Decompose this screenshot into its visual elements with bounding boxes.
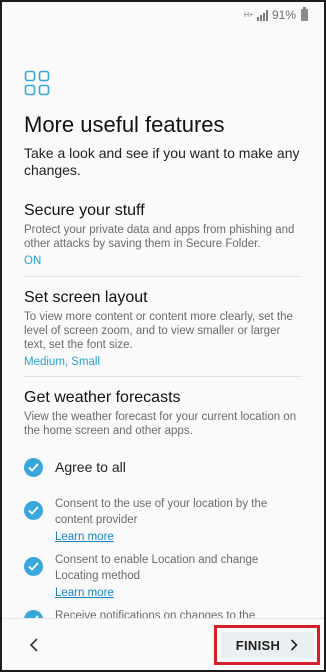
- signal-icon: [256, 9, 268, 21]
- finish-button[interactable]: FINISH: [221, 632, 313, 658]
- divider: [24, 276, 302, 277]
- checkmark-icon[interactable]: [24, 610, 43, 618]
- bottom-navigation: FINISH: [2, 618, 324, 670]
- secure-folder-setting[interactable]: Secure your stuff Protect your private d…: [24, 202, 304, 267]
- battery-icon: [301, 7, 308, 21]
- setting-title: Secure your stuff: [24, 202, 145, 219]
- battery-percent: 91%: [271, 8, 296, 22]
- screen-frame: H+ 91% More useful features Take a look …: [0, 0, 326, 672]
- finish-label: FINISH: [235, 637, 281, 653]
- setting-description: To view more content or content more cle…: [24, 311, 293, 351]
- back-button[interactable]: [22, 633, 46, 657]
- apps-grid-icon: [24, 70, 50, 96]
- agree-all-checkbox[interactable]: Agree to all: [24, 458, 304, 477]
- divider: [24, 376, 302, 377]
- setting-value: ON: [24, 255, 42, 267]
- page-title: More useful features: [24, 112, 225, 137]
- page-subtitle: Take a look and see if you want to make …: [24, 145, 300, 178]
- chevron-right-icon: [291, 639, 298, 651]
- finish-highlight-box: FINISH: [214, 625, 320, 665]
- consent-text: Receive notifications on changes to the: [55, 610, 256, 618]
- status-icons: H+ 91%: [243, 7, 308, 22]
- status-bar: H+ 91%: [2, 2, 324, 30]
- learn-more-link[interactable]: Learn more: [55, 529, 304, 545]
- chevron-left-icon: [29, 638, 38, 652]
- checkmark-icon[interactable]: [24, 458, 43, 477]
- setting-description: View the weather forecast for your curre…: [24, 411, 297, 437]
- notifications-checkbox[interactable]: Receive notifications on changes to the: [24, 608, 304, 618]
- screen-layout-setting[interactable]: Set screen layout To view more content o…: [24, 289, 304, 368]
- setting-title: Set screen layout: [24, 289, 148, 306]
- checkmark-icon[interactable]: [24, 501, 43, 520]
- setup-content[interactable]: More useful features Take a look and see…: [2, 30, 324, 618]
- setting-description: Protect your private data and apps from …: [24, 224, 295, 250]
- weather-setting: Get weather forecasts View the weather f…: [24, 389, 304, 438]
- consent-text: Consent to the use of your location by t…: [55, 498, 268, 526]
- agree-all-label: Agree to all: [55, 459, 126, 475]
- network-type: H+: [243, 11, 254, 19]
- setting-value: Medium, Small: [24, 356, 101, 368]
- learn-more-link[interactable]: Learn more: [55, 585, 304, 601]
- checkmark-icon[interactable]: [24, 557, 43, 576]
- setting-title: Get weather forecasts: [24, 389, 181, 406]
- consent-locating-checkbox[interactable]: Consent to enable Location and change Lo…: [24, 552, 304, 601]
- consent-text: Consent to enable Location and change Lo…: [55, 554, 259, 582]
- consent-location-checkbox[interactable]: Consent to the use of your location by t…: [24, 496, 304, 545]
